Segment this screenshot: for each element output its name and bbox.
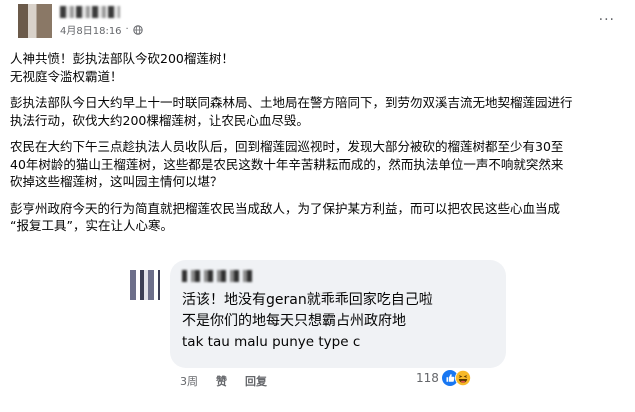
reaction-count: 118 (416, 371, 439, 385)
comment-line: 不是你们的地每天只想霸占州政府地 (182, 313, 406, 329)
comment-actions: 3周 赞 回复 (180, 373, 267, 389)
comment-time[interactable]: 3周 (180, 373, 198, 389)
commenter-name-redacted[interactable] (182, 270, 252, 282)
post-paragraph-line: 彭执法部队今日大约早上十一时联同森林局、土地局在警方陪同下，到劳勿双溪吉流无地契… (10, 95, 573, 110)
post-title-line: 无视庭令滥权霸道！ (10, 68, 123, 84)
post-body: 人神共愤！彭执法部队今砍200榴莲树！ 无视庭令滥权霸道！ 彭执法部队今日大约早… (10, 50, 625, 235)
more-icon[interactable]: ··· (599, 12, 615, 28)
comment-text: 活该！地没有geran就乖乖回家吃自己啦 不是你们的地每天只想霸占州政府地 ta… (182, 290, 433, 353)
post-paragraph-line: 砍掉这些榴莲树，这叫园主情何以堪？ (10, 174, 223, 189)
post-timestamp[interactable]: 4月8日18:16 (60, 22, 122, 37)
post-title-line: 人神共愤！彭执法部队今砍200榴莲树！ (10, 51, 234, 66)
facebook-post: 4月8日18:16 · ··· 人神共愤！彭执法部队今砍200榴莲树！ 无视庭令… (0, 0, 635, 412)
author-name-redacted[interactable] (60, 6, 120, 18)
post-paragraph-line: 40年树龄的猫山王榴莲树，这些都是农民这数十年辛苦耕耘而成的，然而执法单位一声不… (10, 156, 564, 172)
commenter-avatar[interactable] (130, 270, 160, 300)
post-paragraph-line: “报复工具”，实在让人心寒。 (10, 218, 173, 233)
globe-icon (133, 24, 143, 35)
post-paragraph-line: 执法行动，砍伐大约200棵榴莲树，让农民心血尽毁。 (10, 112, 309, 128)
comment-line: tak tau malu punye type c (182, 334, 361, 350)
author-avatar[interactable] (18, 4, 52, 38)
comment-bubble: 活该！地没有geran就乖乖回家吃自己啦 不是你们的地每天只想霸占州政府地 ta… (170, 260, 506, 368)
reaction-summary[interactable]: 118 (416, 370, 471, 386)
haha-reaction-icon (454, 370, 471, 386)
post-paragraph-line: 彭亨州政府今天的行为简直就把榴莲农民当成敌人，为了保护某方利益，而可以把农民这些… (10, 200, 561, 216)
like-button[interactable]: 赞 (216, 373, 227, 389)
dot-separator: · (125, 24, 129, 35)
post-paragraph-line: 农民在大约下午三点趁执法人员收队后，回到榴莲园巡视时，发现大部分被砍的榴莲树都至… (10, 139, 564, 154)
post-meta: 4月8日18:16 · (60, 22, 143, 37)
comment-line: 活该！地没有geran就乖乖回家吃自己啦 (182, 292, 433, 308)
reply-button[interactable]: 回复 (245, 373, 267, 389)
